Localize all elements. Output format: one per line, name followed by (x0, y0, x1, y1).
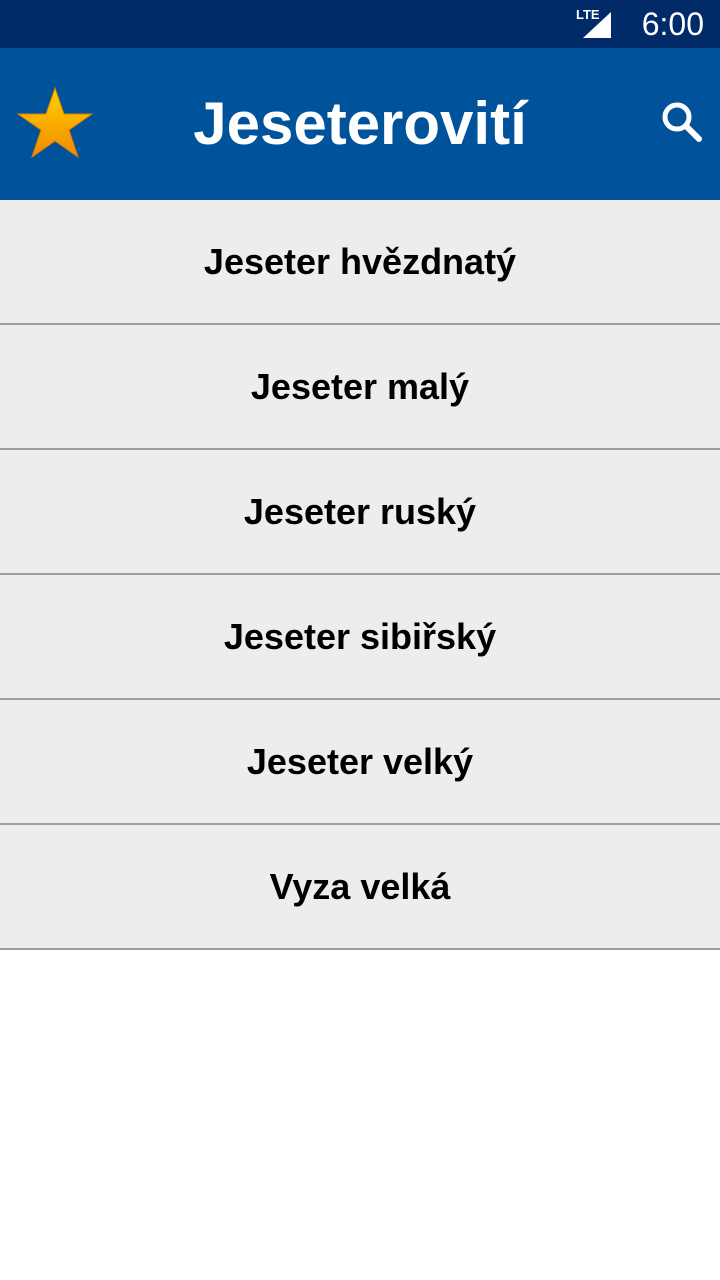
list-item[interactable]: Jeseter malý (0, 325, 720, 450)
search-button[interactable] (660, 100, 704, 144)
favorites-button[interactable] (16, 86, 94, 160)
list-item-label: Vyza velká (269, 865, 451, 907)
signal-strength-icon (583, 12, 611, 38)
search-icon (662, 102, 702, 142)
species-list: Jeseter hvězdnatý Jeseter malý Jeseter r… (0, 200, 720, 950)
page-title: Jeseterovití (193, 90, 527, 157)
list-item[interactable]: Jeseter sibiřský (0, 575, 720, 700)
status-time: 6:00 (641, 6, 704, 42)
star-icon (16, 86, 94, 159)
list-item[interactable]: Jeseter velký (0, 700, 720, 825)
list-item[interactable]: Jeseter hvězdnatý (0, 200, 720, 325)
list-item-label: Jeseter malý (250, 365, 470, 407)
list-item[interactable]: Vyza velká (0, 825, 720, 950)
app-bar: Jeseterovití (0, 48, 720, 200)
list-item-label: Jeseter velký (246, 740, 474, 782)
list-item-label: Jeseter sibiřský (223, 615, 497, 657)
status-bar: LTE 6:00 (0, 0, 720, 48)
list-item-label: Jeseter hvězdnatý (203, 240, 517, 282)
list-item-label: Jeseter ruský (243, 490, 477, 532)
list-item[interactable]: Jeseter ruský (0, 450, 720, 575)
